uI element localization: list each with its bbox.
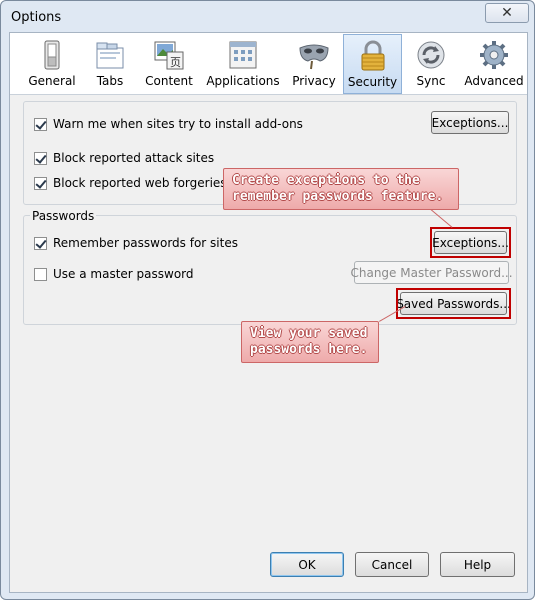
- help-button[interactable]: Help: [440, 552, 515, 577]
- padlock-icon: [361, 40, 384, 71]
- warn-addons-row[interactable]: Warn me when sites try to install add-on…: [34, 117, 303, 131]
- switch-icon: [44, 40, 60, 70]
- remember-passwords-label: Remember passwords for sites: [53, 236, 238, 250]
- ok-button[interactable]: OK: [270, 552, 344, 577]
- applications-icon: [229, 41, 257, 69]
- tab-tabs[interactable]: Tabs: [86, 34, 134, 94]
- block-attack-label: Block reported attack sites: [53, 151, 215, 165]
- warn-addons-checkbox[interactable]: [34, 117, 47, 131]
- block-forgeries-row[interactable]: Block reported web forgeries: [34, 176, 227, 190]
- tab-privacy-label: Privacy: [292, 74, 336, 88]
- gear-icon: [480, 41, 508, 69]
- tab-advanced-label: Advanced: [464, 74, 524, 88]
- master-password-row[interactable]: Use a master password: [34, 267, 194, 281]
- tab-general-label: General: [28, 74, 76, 88]
- master-password-label: Use a master password: [53, 267, 194, 281]
- options-dialog: Options ✕ General Tabs 页 Content Applica…: [0, 0, 535, 600]
- remember-passwords-row[interactable]: Remember passwords for sites: [34, 236, 238, 250]
- close-button[interactable]: ✕: [485, 3, 529, 23]
- tab-security-label: Security: [347, 75, 398, 89]
- exceptions-callout: Create exceptions to the remember passwo…: [223, 168, 459, 210]
- cancel-button[interactable]: Cancel: [355, 552, 429, 577]
- block-forgeries-checkbox[interactable]: [34, 176, 47, 190]
- tabs-icon: [96, 42, 124, 69]
- tab-content[interactable]: 页 Content: [144, 34, 194, 94]
- saved-callout-line2: passwords here.: [250, 342, 368, 357]
- content-icon: 页: [154, 41, 184, 70]
- category-toolbar: General Tabs 页 Content Applications Priv…: [10, 33, 527, 95]
- mask-icon: [299, 44, 329, 70]
- window-title: Options: [11, 10, 62, 25]
- master-password-checkbox[interactable]: [34, 267, 47, 281]
- warn-addons-label: Warn me when sites try to install add-on…: [53, 117, 303, 131]
- saved-passwords-highlight: [396, 288, 511, 319]
- tab-privacy[interactable]: Privacy: [289, 34, 339, 94]
- svg-text:页: 页: [170, 56, 181, 69]
- passwords-group-title: Passwords: [30, 209, 97, 223]
- exceptions-callout-line2: remember passwords feature.: [232, 189, 444, 204]
- tab-advanced[interactable]: Advanced: [464, 34, 524, 94]
- tab-tabs-label: Tabs: [96, 74, 124, 88]
- tab-security[interactable]: Security: [343, 34, 402, 94]
- block-attack-checkbox[interactable]: [34, 151, 47, 165]
- close-icon: ✕: [501, 5, 513, 21]
- sync-icon: [417, 41, 445, 69]
- tab-general[interactable]: General: [27, 34, 77, 94]
- block-forgeries-label: Block reported web forgeries: [53, 176, 227, 190]
- saved-callout-line1: View your saved: [250, 326, 368, 341]
- tab-content-label: Content: [145, 74, 193, 88]
- block-attack-row[interactable]: Block reported attack sites: [34, 151, 214, 165]
- change-master-password-button[interactable]: Change Master Password...: [350, 261, 513, 284]
- title-bar: Options ✕: [1, 1, 534, 33]
- addons-exceptions-button[interactable]: Exceptions...: [431, 111, 509, 134]
- tab-sync[interactable]: Sync: [409, 34, 453, 94]
- tab-applications[interactable]: Applications: [206, 34, 280, 94]
- exceptions-highlight: [430, 227, 511, 258]
- tab-applications-label: Applications: [206, 74, 280, 88]
- background-window-edge: [536, 0, 543, 604]
- remember-passwords-checkbox[interactable]: [34, 236, 47, 250]
- saved-passwords-callout: View your saved passwords here.: [241, 321, 379, 363]
- tab-sync-label: Sync: [416, 74, 446, 88]
- exceptions-callout-line1: Create exceptions to the: [232, 173, 420, 188]
